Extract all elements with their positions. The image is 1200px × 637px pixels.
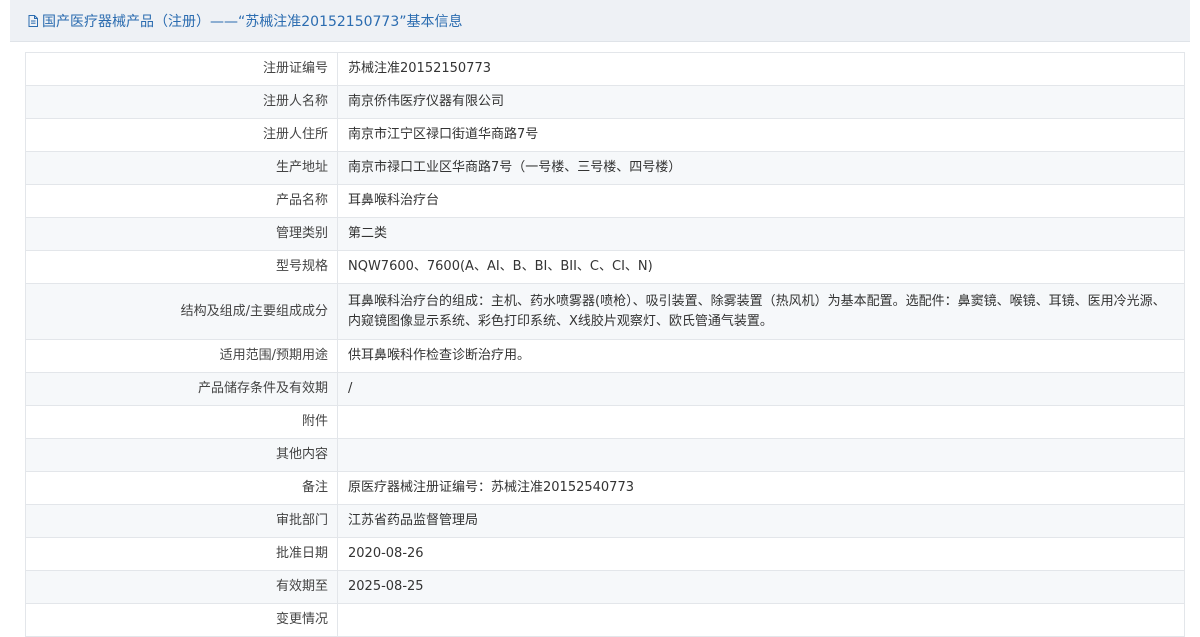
field-label: 附件 (25, 405, 338, 439)
table-row: 注册证编号 苏械注准20152150773 (25, 52, 1185, 86)
page-title: 国产医疗器械产品（注册）——“苏械注准20152150773”基本信息 (42, 13, 463, 30)
table-row: 批准日期 2020-08-26 (25, 537, 1185, 571)
field-value: 江苏省药品监督管理局 (337, 504, 1185, 538)
field-value: 2025-08-25 (337, 570, 1185, 604)
table-row: 备注 原医疗器械注册证编号：苏械注准20152540773 (25, 471, 1185, 505)
table-row: 变更情况 (25, 603, 1185, 637)
table-row: 其他内容 (25, 438, 1185, 472)
table-row: 注册人名称 南京侨伟医疗仪器有限公司 (25, 85, 1185, 119)
field-label: 注册人名称 (25, 85, 338, 119)
table-row: 结构及组成/主要组成成分 耳鼻喉科治疗台的组成：主机、药水喷雾器(喷枪）、吸引装置… (25, 283, 1185, 340)
field-label: 生产地址 (25, 151, 338, 185)
panel-header: 国产医疗器械产品（注册）——“苏械注准20152150773”基本信息 (10, 0, 1190, 42)
field-value: 第二类 (337, 217, 1185, 251)
field-value: 苏械注准20152150773 (337, 52, 1185, 86)
table-row: 审批部门 江苏省药品监督管理局 (25, 504, 1185, 538)
table-row: 适用范围/预期用途 供耳鼻喉科作检查诊断治疗用。 (25, 339, 1185, 373)
table-row: 附件 (25, 405, 1185, 439)
field-value: 2020-08-26 (337, 537, 1185, 571)
field-value: 原医疗器械注册证编号：苏械注准20152540773 (337, 471, 1185, 505)
table-row: 型号规格 NQW7600、7600(A、AI、B、BI、BII、C、CI、N) (25, 250, 1185, 284)
table-row: 生产地址 南京市禄口工业区华商路7号（一号楼、三号楼、四号楼） (25, 151, 1185, 185)
field-label: 有效期至 (25, 570, 338, 604)
table-row: 有效期至 2025-08-25 (25, 570, 1185, 604)
field-value (337, 603, 1185, 637)
field-label: 产品名称 (25, 184, 338, 218)
field-label: 变更情况 (25, 603, 338, 637)
field-value: 耳鼻喉科治疗台 (337, 184, 1185, 218)
field-label: 备注 (25, 471, 338, 505)
field-label: 注册证编号 (25, 52, 338, 86)
table-row: 产品名称 耳鼻喉科治疗台 (25, 184, 1185, 218)
table-row: 产品储存条件及有效期 / (25, 372, 1185, 406)
table-row: 注册人住所 南京市江宁区禄口街道华商路7号 (25, 118, 1185, 152)
field-value: 南京市江宁区禄口街道华商路7号 (337, 118, 1185, 152)
field-value: 南京侨伟医疗仪器有限公司 (337, 85, 1185, 119)
field-value: NQW7600、7600(A、AI、B、BI、BII、C、CI、N) (337, 250, 1185, 284)
info-panel: 国产医疗器械产品（注册）——“苏械注准20152150773”基本信息 注册证编… (10, 0, 1190, 637)
info-table: 注册证编号 苏械注准20152150773 注册人名称 南京侨伟医疗仪器有限公司 注册人… (25, 52, 1185, 637)
field-value: / (337, 372, 1185, 406)
field-value: 耳鼻喉科治疗台的组成：主机、药水喷雾器(喷枪）、吸引装置、除雾装置（热风机）为基… (337, 283, 1185, 340)
field-label: 注册人住所 (25, 118, 338, 152)
field-value (337, 405, 1185, 439)
document-icon (26, 14, 40, 28)
field-label: 型号规格 (25, 250, 338, 284)
field-label: 管理类别 (25, 217, 338, 251)
table-row: 管理类别 第二类 (25, 217, 1185, 251)
field-label: 结构及组成/主要组成成分 (25, 283, 338, 340)
field-label: 批准日期 (25, 537, 338, 571)
field-label: 其他内容 (25, 438, 338, 472)
field-value: 南京市禄口工业区华商路7号（一号楼、三号楼、四号楼） (337, 151, 1185, 185)
field-value (337, 438, 1185, 472)
field-label: 适用范围/预期用途 (25, 339, 338, 373)
field-value: 供耳鼻喉科作检查诊断治疗用。 (337, 339, 1185, 373)
field-label: 产品储存条件及有效期 (25, 372, 338, 406)
field-label: 审批部门 (25, 504, 338, 538)
